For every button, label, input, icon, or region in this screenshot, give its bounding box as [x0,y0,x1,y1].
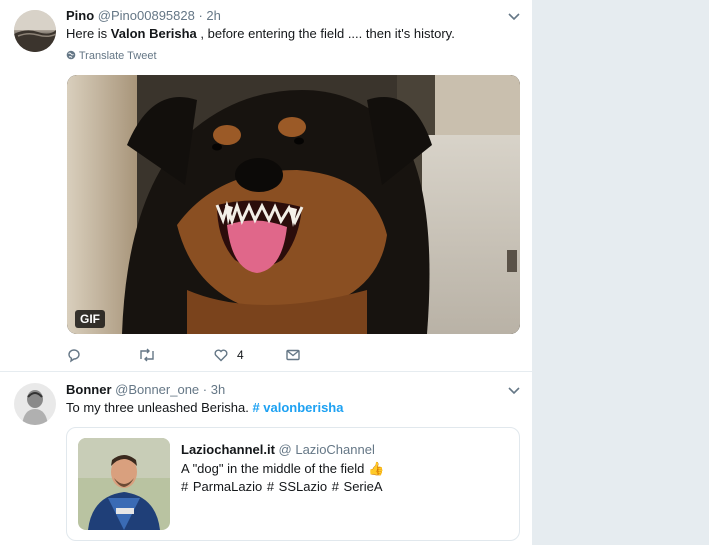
direct-message-button[interactable] [285,346,301,364]
thumbs-up-emoji: 👍 [368,461,385,476]
tweet-text-part: Here is [66,26,111,41]
globe-icon [66,50,76,60]
author-name[interactable]: Pino [66,8,94,23]
tweet-text: Here is Valon Berisha , before entering … [66,26,455,41]
author-handle[interactable]: @Bonner_one [115,382,199,397]
quoted-author-name: Laziochannel.it [181,442,275,457]
tweet-text-part: , before entering the field .... then it… [196,26,455,41]
reply-icon [68,349,80,363]
author-handle[interactable]: @Pino00895828 [98,8,195,23]
quoted-tweet-hashtags: # ParmaLazio # SSLazio # SerieA [181,479,383,494]
translate-label: Translate Tweet [78,50,157,62]
avatar[interactable] [14,10,56,52]
tweet-timestamp[interactable]: · 2h [198,8,220,23]
like-button[interactable]: 4 [213,346,244,364]
avatar[interactable] [14,383,56,425]
reply-button[interactable] [66,346,82,364]
quoted-author-handle: @ LazioChannel [278,442,375,457]
tweet-timestamp[interactable]: · 3h [203,382,225,397]
quoted-tweet-image [78,438,170,530]
author-name[interactable]: Bonner [66,382,112,397]
right-empty-pane [532,0,709,545]
tweet-actions: 4 [66,346,366,364]
quoted-text: A "dog" in the middle of the field [181,461,369,476]
hashtag-link[interactable]: # valonberisha [252,400,343,415]
tweet-text-part: To my three unleashed Berisha. [66,400,253,415]
chevron-down-icon[interactable] [507,384,521,398]
retweet-icon [140,348,154,362]
tweet-text: To my three unleashed Berisha. # valonbe… [66,400,343,415]
gif-media[interactable]: GIF [67,75,520,334]
dog-gif-image [67,75,520,334]
timeline: Pino @Pino00895828 · 2h Here is Valon Be… [0,0,532,545]
quoted-author: Laziochannel.it @ LazioChannel [181,442,375,457]
retweet-button[interactable] [138,346,156,364]
quoted-tweet-text: A "dog" in the middle of the field 👍 [181,461,384,477]
chevron-down-icon[interactable] [507,10,521,24]
heart-icon [214,349,228,362]
tweet-header: Bonner @Bonner_one · 3h [66,382,225,397]
tweet-text-bold: Valon Berisha [110,26,197,41]
envelope-icon [286,349,300,361]
tweet-header: Pino @Pino00895828 · 2h [66,8,221,23]
gif-badge: GIF [75,310,105,328]
translate-tweet-link[interactable]: Translate Tweet [66,50,157,62]
quoted-tweet-card[interactable]: Laziochannel.it @ LazioChannel A "dog" i… [66,427,520,541]
like-count: 4 [237,348,244,362]
